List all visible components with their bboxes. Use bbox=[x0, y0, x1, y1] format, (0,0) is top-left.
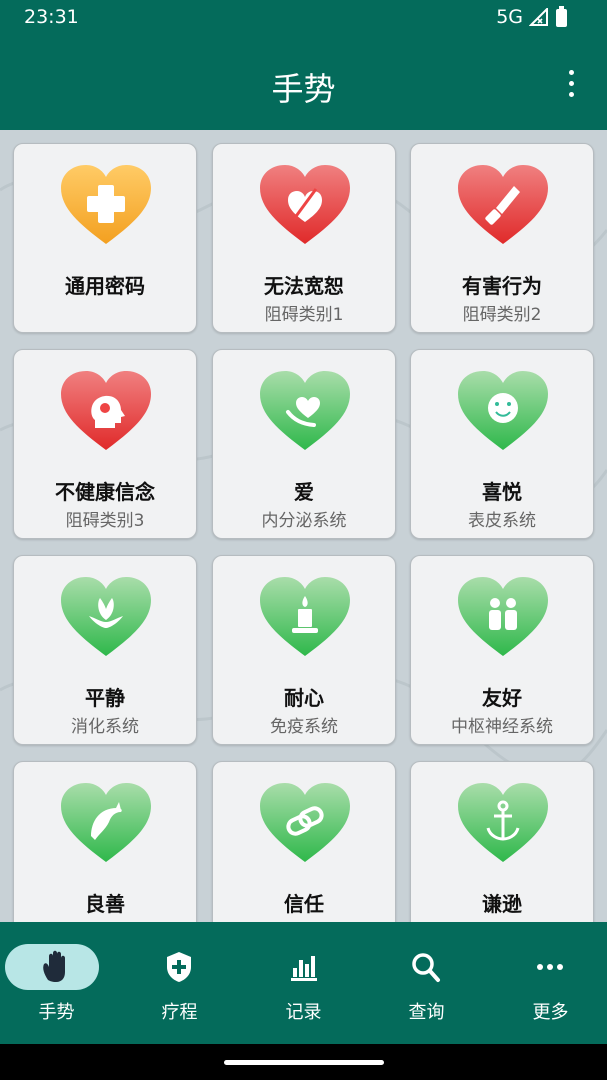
hand-icon bbox=[43, 950, 65, 982]
nav-item-5[interactable]: 更多 bbox=[490, 922, 607, 1044]
shield-plus-icon bbox=[167, 952, 191, 982]
gesture-card[interactable]: 信任 bbox=[212, 761, 396, 922]
heart-badge-icon bbox=[458, 783, 548, 862]
gesture-name: 喜悦 bbox=[482, 480, 522, 504]
heart-badge-icon bbox=[458, 165, 548, 244]
gesture-card[interactable]: 不健康信念阻碍类别3 bbox=[13, 349, 197, 539]
gesture-name: 爱 bbox=[294, 480, 314, 504]
gesture-card[interactable]: 友好 中枢神经系统 bbox=[410, 555, 594, 745]
nav-item-2[interactable]: 疗程 bbox=[119, 922, 240, 1044]
gesture-card[interactable]: 有害行为阻碍类别2 bbox=[410, 143, 594, 333]
heart-badge-icon bbox=[260, 165, 350, 244]
bottom-navigation: 手势 疗程 记录 查询 更多 bbox=[0, 922, 607, 1044]
battery-icon bbox=[556, 6, 567, 27]
gesture-name: 平静 bbox=[85, 686, 125, 710]
status-indicators: 5G bbox=[496, 6, 549, 28]
status-time: 23:31 bbox=[24, 6, 79, 28]
gesture-name: 有害行为 bbox=[462, 274, 542, 298]
gesture-name: 信任 bbox=[284, 892, 324, 916]
gesture-category: 阻碍类别2 bbox=[462, 305, 542, 325]
heart-badge-icon bbox=[260, 783, 350, 862]
overflow-menu-icon[interactable] bbox=[565, 70, 577, 98]
heart-badge-icon bbox=[61, 371, 151, 450]
nav-item-4[interactable]: 查询 bbox=[366, 922, 487, 1044]
heart-badge-icon bbox=[260, 577, 350, 656]
heart-badge-icon bbox=[458, 577, 548, 656]
status-bar: 23:31 5G bbox=[0, 0, 607, 36]
nav-label: 手势 bbox=[38, 1002, 75, 1023]
nav-item-1[interactable]: 手势 bbox=[0, 922, 117, 1044]
nav-label: 记录 bbox=[285, 1002, 322, 1023]
bar-chart-icon bbox=[291, 956, 317, 981]
gesture-card[interactable]: 良善 bbox=[13, 761, 197, 922]
signal-icon bbox=[529, 8, 548, 26]
nav-label: 更多 bbox=[532, 1002, 569, 1023]
app-bar: 手势 bbox=[0, 36, 607, 130]
gesture-card[interactable]: 平静 消化系统 bbox=[13, 555, 197, 745]
gesture-name: 良善 bbox=[85, 892, 125, 916]
gesture-card[interactable]: 通用密码 bbox=[13, 143, 197, 333]
heart-badge-icon bbox=[61, 165, 151, 244]
gesture-card[interactable]: 无法宽恕阻碍类别1 bbox=[212, 143, 396, 333]
gesture-name: 不健康信念 bbox=[55, 480, 155, 504]
gesture-category: 内分泌系统 bbox=[261, 511, 347, 531]
gesture-name: 通用密码 bbox=[65, 274, 145, 298]
gesture-card[interactable]: 谦逊 bbox=[410, 761, 594, 922]
gesture-category: 免疫系统 bbox=[270, 717, 338, 737]
gesture-category: 中枢神经系统 bbox=[451, 717, 553, 737]
gesture-category: 阻碍类别3 bbox=[65, 511, 145, 531]
gesture-name: 友好 bbox=[482, 686, 522, 710]
search-icon bbox=[412, 953, 440, 982]
heart-badge-icon bbox=[260, 371, 350, 450]
nav-label: 查询 bbox=[408, 1002, 445, 1023]
nav-item-3[interactable]: 记录 bbox=[243, 922, 364, 1044]
gesture-card[interactable]: 喜悦 表皮系统 bbox=[410, 349, 594, 539]
page-title: 手势 bbox=[271, 70, 336, 108]
gesture-name: 耐心 bbox=[284, 686, 324, 710]
gesture-grid: 通用密码 无法宽恕 阻碍类别1 有害行为 阻碍类别2 不健康信念 阻碍类别3 爱内分泌系统 喜悦… bbox=[0, 130, 607, 922]
network-label: 5G bbox=[496, 6, 523, 28]
heart-badge-icon bbox=[61, 783, 151, 862]
gesture-name: 无法宽恕 bbox=[264, 274, 344, 298]
gesture-category: 阻碍类别1 bbox=[264, 305, 344, 325]
gesture-category: 消化系统 bbox=[71, 717, 139, 737]
more-horizontal-icon bbox=[537, 964, 563, 970]
heart-badge-icon bbox=[61, 577, 151, 656]
home-indicator[interactable] bbox=[224, 1060, 384, 1065]
gesture-name: 谦逊 bbox=[482, 892, 522, 916]
gesture-category: 表皮系统 bbox=[468, 511, 536, 531]
smile-icon bbox=[488, 393, 518, 423]
gesture-navigation-area bbox=[0, 1044, 607, 1080]
nav-label: 疗程 bbox=[161, 1002, 198, 1023]
heart-badge-icon bbox=[458, 371, 548, 450]
gesture-card[interactable]: 爱内分泌系统 bbox=[212, 349, 396, 539]
gesture-card[interactable]: 耐心 免疫系统 bbox=[212, 555, 396, 745]
